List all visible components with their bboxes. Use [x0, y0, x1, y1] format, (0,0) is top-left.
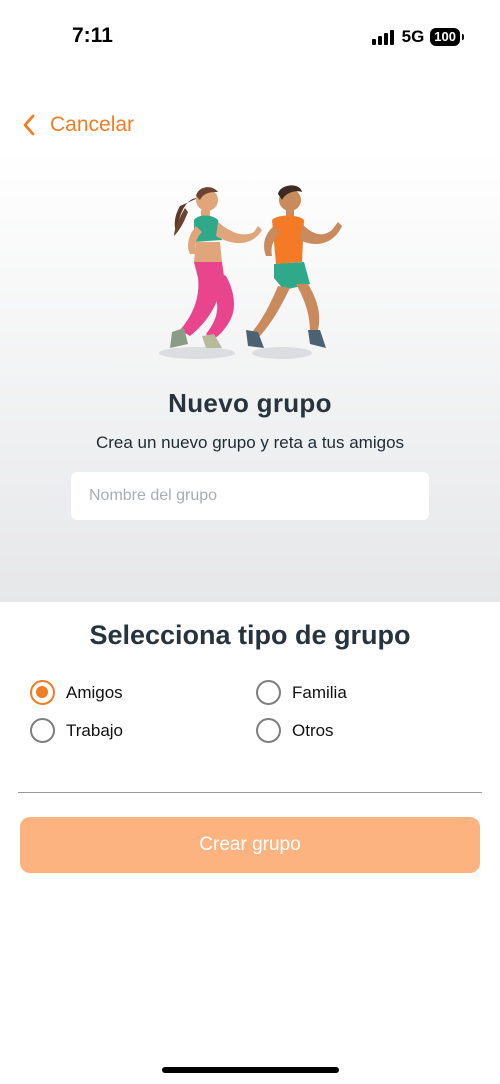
radio-label: Otros	[292, 720, 334, 740]
group-name-input[interactable]	[71, 472, 429, 520]
status-indicators: 5G 100	[371, 26, 464, 48]
signal-icon	[371, 29, 394, 45]
radio-checked-icon	[30, 680, 55, 705]
radio-option-familia[interactable]: Familia	[256, 680, 347, 705]
status-time: 7:11	[72, 24, 113, 47]
group-type-title: Selecciona tipo de grupo	[89, 620, 411, 650]
radio-option-trabajo[interactable]: Trabajo	[30, 718, 123, 743]
divider	[18, 792, 482, 793]
home-indicator[interactable]	[162, 1067, 339, 1073]
cancel-button[interactable]: Cancelar	[22, 113, 134, 137]
page-subtitle: Crea un nuevo grupo y reta a tus amigos	[95, 433, 405, 452]
radio-unchecked-icon	[256, 680, 281, 705]
page-title: Nuevo grupo	[168, 388, 332, 418]
radio-label: Amigos	[66, 682, 123, 702]
create-group-button[interactable]: Crear grupo	[20, 817, 480, 873]
battery-icon: 100	[430, 28, 464, 46]
radio-label: Familia	[292, 682, 347, 702]
cancel-label: Cancelar	[50, 113, 135, 136]
runners-illustration	[159, 185, 342, 359]
radio-label: Trabajo	[66, 720, 124, 740]
radio-option-otros[interactable]: Otros	[256, 718, 334, 743]
radio-unchecked-icon	[256, 718, 281, 743]
chevron-left-icon	[23, 114, 35, 136]
network-type: 5G	[401, 27, 425, 46]
radio-option-amigos[interactable]: Amigos	[30, 680, 123, 705]
radio-unchecked-icon	[30, 718, 55, 743]
